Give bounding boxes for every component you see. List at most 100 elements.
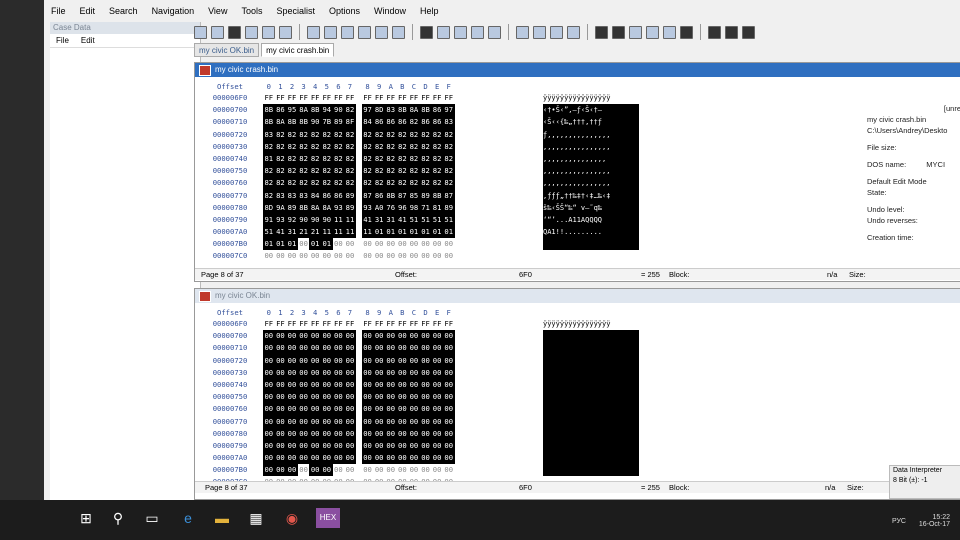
hex-byte[interactable]: 00	[344, 415, 356, 428]
undo-icon[interactable]	[307, 25, 320, 39]
hex-byte[interactable]: 00	[274, 439, 287, 453]
hex-byte[interactable]: 00	[397, 464, 409, 476]
hex-byte[interactable]: 00	[373, 354, 385, 367]
hex-byte[interactable]: 89	[344, 189, 356, 202]
hex-byte[interactable]: 86	[384, 116, 397, 129]
hex-byte[interactable]: 00	[320, 378, 333, 392]
hex-byte[interactable]: 00	[419, 366, 432, 379]
store-icon[interactable]: ▦	[246, 508, 266, 528]
hex-byte[interactable]: 00	[384, 366, 397, 379]
hex-byte[interactable]: 11	[320, 226, 333, 239]
find-hex-icon[interactable]	[454, 25, 467, 39]
hex-byte[interactable]: FF	[362, 318, 374, 330]
hex-byte[interactable]: 93	[274, 213, 287, 227]
text-row[interactable]: ‚ƒƒƒ„††‰‡†‹‡…‰‹‡	[543, 189, 639, 202]
hex-byte[interactable]: FF	[397, 318, 409, 330]
hex-byte[interactable]: 00	[309, 464, 321, 477]
hex-byte[interactable]: 00	[309, 403, 321, 416]
text-row[interactable]: ‚‚‚‚‚‚‚‚‚‚‚‚‚‚‚‚	[543, 177, 639, 190]
hex-byte[interactable]: 00	[361, 354, 374, 367]
menu-edit[interactable]: Edit	[73, 6, 103, 16]
hex-byte[interactable]: 00	[333, 238, 345, 250]
hex-byte[interactable]: 00	[373, 427, 385, 440]
hex-byte[interactable]: 00	[408, 415, 420, 428]
hex-byte[interactable]: 00	[320, 439, 333, 453]
hex-byte[interactable]: 00	[286, 250, 298, 262]
hex-byte[interactable]: 00	[396, 427, 409, 440]
hex-byte[interactable]: 86	[431, 104, 443, 117]
hex-byte[interactable]: 00	[442, 403, 455, 416]
hex-byte[interactable]: 82	[263, 140, 275, 153]
hex-byte[interactable]: FF	[286, 92, 298, 104]
hex-byte[interactable]: 00	[396, 403, 409, 416]
hex-byte[interactable]: 83	[263, 128, 275, 141]
hex-byte[interactable]: 8B	[309, 104, 321, 117]
hex-byte[interactable]: 82	[297, 177, 310, 190]
hex-byte[interactable]: 82	[408, 140, 420, 153]
hex-byte[interactable]: 8B	[297, 116, 310, 129]
hex-byte[interactable]: 11	[361, 226, 374, 239]
hex-byte[interactable]: 00	[361, 366, 374, 379]
hex-byte[interactable]: 00	[320, 342, 333, 355]
hex-byte[interactable]: 00	[320, 464, 333, 477]
hex-byte[interactable]: 00	[344, 464, 356, 476]
text-row[interactable]	[543, 427, 639, 440]
hex-byte[interactable]: 00	[332, 452, 345, 465]
hex-byte[interactable]: 21	[297, 226, 310, 239]
hex-byte[interactable]: 00	[344, 330, 356, 343]
hex-byte[interactable]: 51	[408, 213, 420, 227]
hex-byte[interactable]: 00	[384, 415, 397, 428]
hex-byte[interactable]: 00	[396, 391, 409, 404]
hex-byte[interactable]: 00	[396, 330, 409, 343]
hex-byte[interactable]: 82	[408, 177, 420, 190]
hex-byte[interactable]: 00	[344, 452, 356, 465]
hex-byte[interactable]: 82	[361, 177, 374, 190]
hex-byte[interactable]: 8B	[419, 104, 432, 117]
settings-icon[interactable]	[680, 25, 693, 39]
hex-byte[interactable]: 00	[344, 250, 356, 262]
menu-specialist[interactable]: Specialist	[269, 6, 322, 16]
hex-byte[interactable]: FF	[443, 318, 455, 330]
hex-byte[interactable]: FF	[344, 92, 356, 104]
case-file-menu[interactable]: File	[56, 34, 69, 47]
crash-bin-titlebar[interactable]: my civic crash.bin	[195, 63, 960, 77]
hex-byte[interactable]: 82	[408, 128, 420, 141]
hex-byte[interactable]: 82	[344, 165, 356, 178]
hex-byte[interactable]: 00	[419, 391, 432, 404]
hex-byte[interactable]: FF	[321, 318, 333, 330]
hex-byte[interactable]: 00	[431, 403, 443, 416]
hex-byte[interactable]: 82	[373, 128, 385, 141]
hex-byte[interactable]: 00	[361, 439, 374, 453]
hex-byte[interactable]: 82	[396, 152, 409, 166]
hex-byte[interactable]: 00	[396, 354, 409, 367]
hex-byte[interactable]: FF	[321, 92, 333, 104]
hex-byte[interactable]: 8B	[263, 116, 275, 129]
hex-byte[interactable]: 86	[396, 116, 409, 129]
hex-byte[interactable]: 82	[419, 152, 432, 166]
hex-byte[interactable]: 82	[332, 128, 345, 141]
hex-byte[interactable]: 92	[286, 213, 298, 227]
hex-byte[interactable]: 51	[263, 226, 275, 239]
hex-byte[interactable]: 00	[332, 378, 345, 392]
hex-byte[interactable]: 82	[344, 128, 356, 141]
hex-byte[interactable]: 00	[320, 427, 333, 440]
hex-byte[interactable]: 82	[361, 165, 374, 178]
hex-byte[interactable]: 82	[384, 165, 397, 178]
forward-arrow-icon[interactable]	[567, 25, 580, 39]
hex-byte[interactable]: 00	[274, 391, 287, 404]
hex-byte[interactable]: 00	[274, 415, 287, 428]
hex-byte[interactable]: 00	[274, 464, 287, 477]
hex-byte[interactable]: 82	[419, 140, 432, 153]
hex-byte[interactable]: 00	[274, 378, 287, 392]
hex-byte[interactable]: 00	[309, 330, 321, 343]
hex-byte[interactable]: 82	[309, 140, 321, 153]
hex-byte[interactable]: 83	[286, 189, 298, 202]
hex-byte[interactable]: 00	[408, 354, 420, 367]
hex-byte[interactable]: 01	[396, 226, 409, 239]
hex-byte[interactable]: 00	[408, 452, 420, 465]
hex-byte[interactable]: 00	[373, 452, 385, 465]
hex-byte[interactable]: 01	[320, 238, 333, 251]
hex-byte[interactable]: 00	[274, 403, 287, 416]
hex-byte[interactable]: 82	[286, 152, 298, 166]
hex-byte[interactable]: 51	[419, 213, 432, 227]
